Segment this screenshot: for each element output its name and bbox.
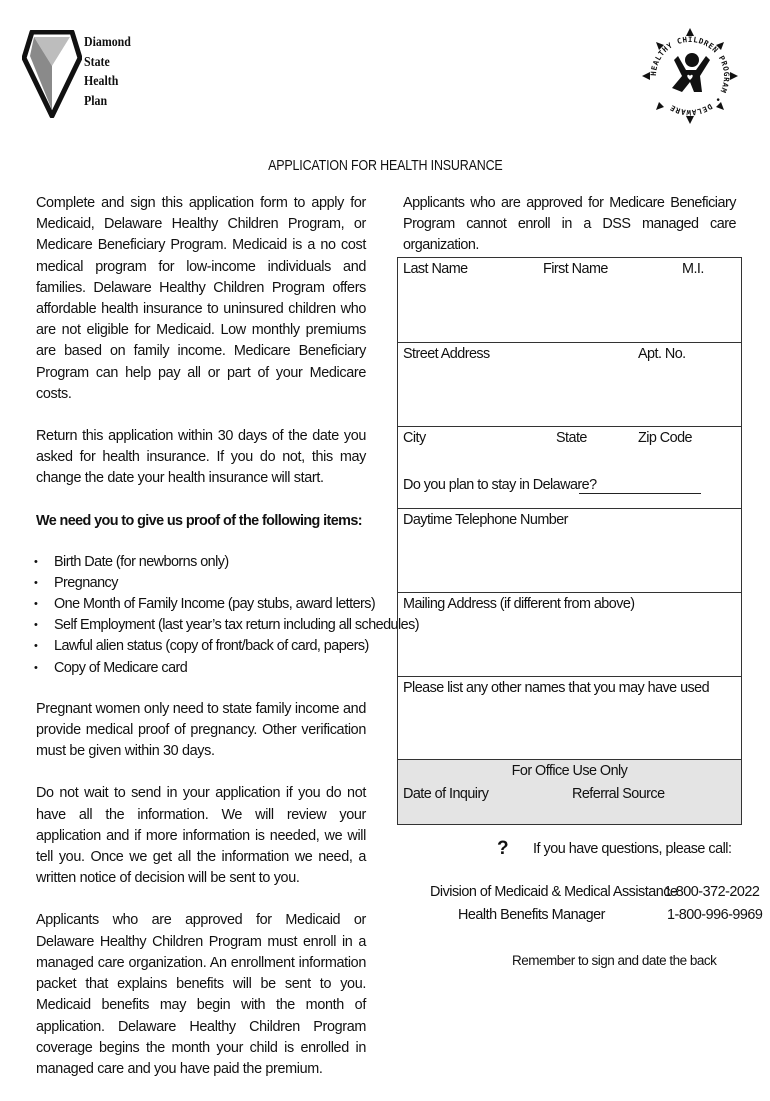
zip-code-label: Zip Code	[638, 430, 693, 446]
do-not-wait-paragraph: Do not wait to send in your application …	[36, 785, 366, 887]
bullet-icon: •	[34, 661, 38, 674]
contact-phone: 1-800-372-2022	[664, 884, 760, 900]
contact-phone: 1-800-996-9969	[667, 907, 763, 923]
proof-item: • One Month of Family Income (pay stubs, …	[34, 594, 376, 615]
diamond-state-health-plan-logo-text: Diamond State Health Plan	[84, 32, 131, 110]
first-name-label: First Name	[543, 261, 608, 277]
proof-item: • Birth Date (for newborns only)	[34, 552, 366, 573]
enrollment-notice-paragraph: Applicants who are approved for Medicaid…	[36, 912, 366, 1077]
proof-item-text: Copy of Medicare card	[54, 659, 188, 676]
intro-paragraph: Complete and sign this application form …	[36, 195, 366, 402]
referral-source-label: Referral Source	[572, 786, 665, 802]
proof-item-text: Self Employment (last year’s tax return …	[54, 617, 420, 634]
logo-line: Plan	[84, 92, 108, 108]
proof-item: • Lawful alien status (copy of front/back…	[34, 636, 369, 657]
other-names-row[interactable]: Please list any other names that you may…	[398, 676, 741, 760]
return-notice-paragraph: Return this application within 30 days o…	[36, 428, 366, 487]
other-names-label: Please list any other names that you may…	[403, 680, 710, 696]
help-prompt: If you have questions, please call:	[533, 841, 732, 857]
bullet-icon: •	[34, 598, 38, 611]
bullet-icon: •	[34, 576, 38, 589]
logo-line: Diamond	[84, 34, 131, 49]
logo-line: State	[84, 53, 110, 69]
city-state-zip-row[interactable]: City State Zip Code Do you plan to stay …	[398, 426, 741, 509]
proof-item-text: Pregnancy	[54, 574, 118, 591]
bullet-icon: •	[34, 619, 38, 632]
stay-in-delaware-answer-line[interactable]	[579, 493, 701, 494]
proof-list: • Birth Date (for newborns only) • Pregnan…	[34, 552, 420, 679]
proof-item-text: One Month of Family Income (pay stubs, a…	[54, 596, 376, 613]
street-address-row[interactable]: Street Address Apt. No.	[398, 342, 741, 427]
page-title: APPLICATION FOR HEALTH INSURANCE	[267, 158, 503, 174]
proof-item: • Pregnancy	[34, 573, 366, 594]
name-row[interactable]: Last Name First Name M.I.	[398, 258, 741, 342]
question-mark-icon: ?	[497, 838, 509, 859]
proof-heading: We need you to give us proof of the foll…	[36, 512, 363, 529]
pregnant-notice-paragraph: Pregnant women only need to state family…	[36, 700, 366, 760]
sign-reminder: Remember to sign and date the back	[512, 953, 717, 968]
daytime-phone-label: Daytime Telephone Number	[403, 512, 568, 528]
contact-name: Health Benefits Manager	[458, 907, 605, 923]
state-label: State	[556, 430, 587, 446]
bullet-icon: •	[34, 555, 38, 568]
stay-in-delaware-label: Do you plan to stay in Delaware?	[403, 477, 597, 493]
date-of-inquiry-label: Date of Inquiry	[403, 786, 489, 802]
logo-line: Health	[84, 73, 119, 88]
last-name-label: Last Name	[403, 261, 468, 277]
office-use-title: For Office Use Only	[511, 763, 628, 779]
mi-label: M.I.	[682, 261, 704, 277]
bullet-icon: •	[34, 640, 38, 653]
proof-item: • Self Employment (last year’s tax return…	[34, 615, 420, 636]
city-label: City	[403, 430, 426, 446]
office-use-section: For Office Use Only Date of Inquiry Refe…	[398, 759, 741, 824]
diamond-logo-icon	[22, 30, 82, 118]
proof-item-text: Birth Date (for newborns only)	[54, 553, 229, 570]
left-column: Complete and sign this application form …	[34, 193, 420, 1101]
proof-item-text: Lawful alien status (copy of front/back …	[54, 638, 369, 655]
mbp-notice: Applicants who are approved for Medicare…	[403, 195, 737, 254]
contact-name: Division of Medicaid & Medical Assistanc…	[430, 884, 678, 900]
healthy-children-program-logo-icon: HEALTHY CHILDREN PROGRAM • DELAWARE	[642, 28, 738, 124]
application-form: Last Name First Name M.I. Street Address…	[397, 257, 742, 825]
street-address-label: Street Address	[403, 346, 490, 362]
proof-item: • Copy of Medicare card	[34, 658, 366, 679]
daytime-phone-row[interactable]: Daytime Telephone Number	[398, 508, 741, 593]
mailing-address-row[interactable]: Mailing Address (if different from above…	[398, 592, 741, 677]
mailing-address-label: Mailing Address (if different from above…	[403, 596, 635, 612]
apt-no-label: Apt. No.	[638, 346, 686, 362]
